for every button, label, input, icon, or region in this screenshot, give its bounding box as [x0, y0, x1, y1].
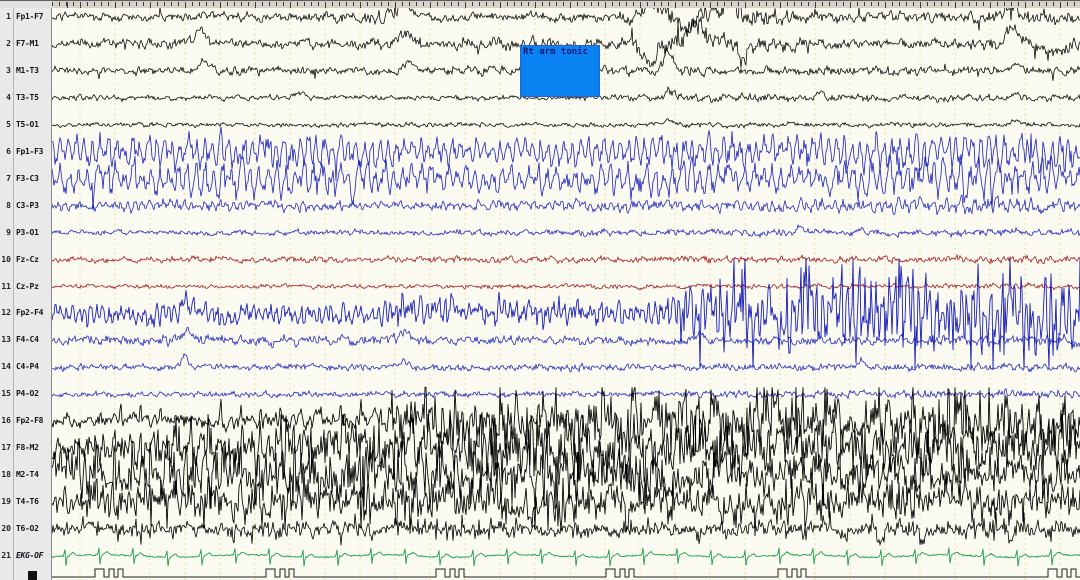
channel-number: 13: [1, 335, 11, 345]
channel-number: 18: [1, 470, 11, 480]
channel-label: T6-O2: [16, 524, 39, 534]
channel-number: 21: [1, 551, 11, 560]
channel-label: T3-T5: [16, 92, 39, 102]
channel-number: 9: [6, 227, 11, 237]
trace-p4-o2: [52, 388, 1080, 401]
channel-label: Fp2-F8: [16, 416, 44, 426]
trace-fz-cz: [52, 253, 1080, 265]
channel-label-row-t4-t6[interactable]: 19 T4-T6: [0, 497, 52, 507]
timeline-ruler[interactable]: [52, 0, 1080, 8]
channel-label-row-c3-p3[interactable]: 8 C3-P3: [0, 201, 52, 211]
channel-label-row-fz-cz[interactable]: 10 Fz-Cz: [0, 255, 52, 265]
channel-label-row-fp2-f4[interactable]: 12 Fp2-F4: [0, 308, 52, 318]
channel-label-row-c4-p4[interactable]: 14 C4-P4: [0, 362, 52, 372]
channel-number: 1: [6, 12, 11, 21]
channel-label: T5-O1: [16, 119, 39, 129]
channel-number: 6: [6, 146, 11, 156]
trace-c4-p4: [52, 353, 1080, 373]
channel-label-row-p4-o2[interactable]: 15 P4-O2: [0, 389, 52, 399]
channel-number: 4: [6, 92, 11, 102]
channel-label-row-fp2-f8[interactable]: 16 Fp2-F8: [0, 416, 52, 426]
channel-number: 15: [1, 389, 11, 399]
channel-number: 12: [1, 308, 11, 318]
channel-label: F8-M2: [16, 443, 39, 453]
ruler-corner-spacer: [0, 0, 52, 8]
channel-label: M2-T4: [16, 470, 39, 480]
trace-t6-o2: [52, 511, 1080, 547]
channel-label: T4-T6: [16, 497, 39, 507]
channel-number: 3: [6, 65, 11, 75]
eeg-viewer-window: 1 Fp1-F7 2 F7-M1 3 M1-T3 4 T3-T5 5 T5-O1 6 Fp1-F3 7 F…: [0, 0, 1080, 580]
channel-number: 16: [1, 416, 11, 426]
channel-label: F7-M1: [16, 38, 39, 48]
event-annotation-label: Rt arm tonic: [523, 47, 589, 57]
channel-number: 8: [6, 200, 11, 210]
channel-label: C4-P4: [16, 362, 39, 372]
channel-label: Fz-Cz: [16, 254, 39, 264]
channel-label-row-f3-c3[interactable]: 7 F3-C3: [0, 174, 52, 184]
channel-label: F4-C4: [16, 335, 39, 345]
event-annotation-box[interactable]: Rt arm tonic: [520, 45, 600, 97]
channel-label-row-f8-m2[interactable]: 17 F8-M2: [0, 443, 52, 453]
trace-t4-t6: [52, 468, 1080, 537]
trace-t5-o1: [52, 118, 1080, 129]
channel-label-row-t3-t5[interactable]: 4 T3-T5: [0, 93, 52, 103]
channel-label: EKG-OF: [16, 551, 44, 560]
channel-label-row-f4-c4[interactable]: 13 F4-C4: [0, 335, 52, 345]
channel-number: 11: [1, 281, 11, 291]
trace-c3-p3: [52, 193, 1080, 216]
channel-label: Fp1-F3: [16, 146, 44, 156]
channel-number: 20: [1, 524, 11, 534]
channel-number: 5: [6, 119, 11, 129]
channel-number: 7: [6, 173, 11, 183]
channel-label-row-m2-t4[interactable]: 18 M2-T4: [0, 470, 52, 480]
channel-label: Cz-Pz: [16, 281, 39, 291]
channel-label: P4-O2: [16, 389, 39, 399]
channel-label: Fp1-F7: [16, 12, 44, 21]
ruler-major-ticks: [52, 2, 1080, 8]
channel-number: 10: [1, 254, 11, 264]
trace-f3-c3: [52, 153, 1080, 211]
channel-label-row-m1-t3[interactable]: 3 M1-T3: [0, 66, 52, 76]
trace-ekg-of: [52, 547, 1080, 567]
channel-label-row-fp1-f7[interactable]: 1 Fp1-F7: [0, 12, 52, 22]
channel-label-row-t6-o2[interactable]: 20 T6-O2: [0, 524, 52, 534]
trace-p3-o1: [52, 223, 1080, 239]
channel-label-gutter: 1 Fp1-F7 2 F7-M1 3 M1-T3 4 T3-T5 5 T5-O1 6 Fp1-F3 7 F…: [0, 0, 52, 580]
channel-label-row-cz-pz[interactable]: 11 Cz-Pz: [0, 282, 52, 292]
channel-label-row-f7-m1[interactable]: 2 F7-M1: [0, 39, 52, 49]
channel-label-row-t5-o1[interactable]: 5 T5-O1: [0, 120, 52, 130]
channel-number: 17: [1, 443, 11, 453]
channel-label: F3-C3: [16, 173, 39, 183]
channel-label: M1-T3: [16, 65, 39, 75]
channel-label: P3-O1: [16, 227, 39, 237]
channel-label: Fp2-F4: [16, 308, 44, 318]
trace-f4-c4: [52, 326, 1080, 349]
channel-label-row-ekg-of[interactable]: 21 EKG-OF: [0, 551, 52, 561]
event-marker-trace: [52, 568, 1080, 578]
scroll-position-indicator: [28, 571, 37, 580]
trace-fp2-f4: [52, 258, 1080, 369]
channel-label-row-p3-o1[interactable]: 9 P3-O1: [0, 228, 52, 238]
channel-number: 14: [1, 362, 11, 372]
channel-label-row-fp1-f3[interactable]: 6 Fp1-F3: [0, 147, 52, 157]
trace-m2-t4: [52, 440, 1080, 510]
channel-number: 2: [6, 38, 11, 48]
channel-label: C3-P3: [16, 200, 39, 210]
channel-number: 19: [1, 497, 11, 507]
